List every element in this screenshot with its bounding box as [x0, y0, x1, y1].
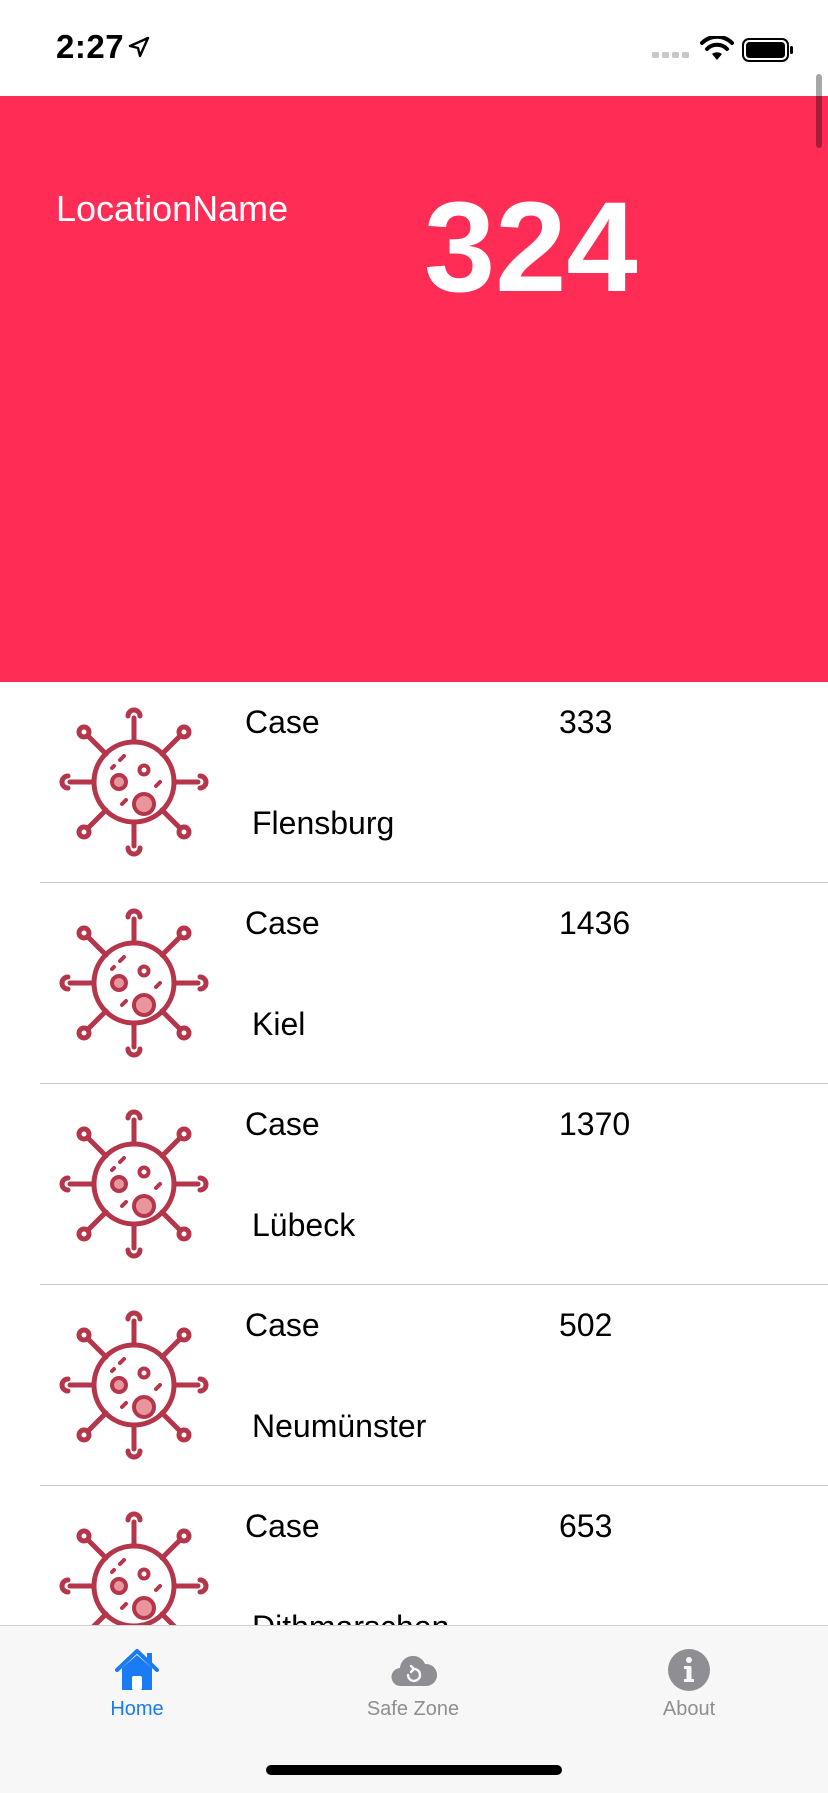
tab-safe-zone[interactable]: Safe Zone — [313, 1626, 513, 1736]
scroll-indicator[interactable] — [816, 74, 822, 148]
case-city: Lübeck — [252, 1207, 356, 1243]
case-label: Case — [245, 905, 320, 941]
case-value: 502 — [559, 1307, 613, 1343]
case-value: 333 — [559, 704, 613, 740]
tab-about-label: About — [662, 1698, 716, 1720]
case-label: Case — [245, 1106, 320, 1142]
case-label: Case — [245, 1508, 320, 1544]
case-value: 1370 — [559, 1106, 631, 1142]
case-row[interactable]: Case 333 Flensburg — [0, 682, 828, 883]
case-city: Dithmarschen — [252, 1609, 449, 1625]
case-city: Neumünster — [252, 1408, 427, 1444]
virus-icon — [56, 704, 212, 860]
case-label: Case — [245, 704, 320, 740]
location-name: LocationName — [56, 188, 289, 229]
case-value: 1436 — [559, 905, 631, 941]
tab-home[interactable]: Home — [37, 1626, 237, 1736]
location-header: LocationName 324 — [0, 96, 828, 682]
case-row[interactable]: Case 502 Neumünster — [0, 1285, 828, 1486]
case-value: 653 — [559, 1508, 613, 1544]
case-row[interactable]: Case 1436 Kiel — [0, 883, 828, 1084]
virus-icon — [56, 1307, 212, 1463]
case-list[interactable]: Case 333 Flensburg Case 1436 Kiel Case 1… — [0, 682, 828, 1625]
case-count: 324 — [424, 176, 638, 319]
virus-icon — [56, 905, 212, 1061]
status-bar: 2:27 — [0, 0, 828, 96]
tab-about[interactable]: About — [589, 1626, 789, 1736]
case-row[interactable]: Case 1370 Lübeck — [0, 1084, 828, 1285]
tab-safe-zone-label: Safe Zone — [366, 1698, 460, 1720]
virus-icon — [56, 1508, 212, 1625]
virus-icon — [56, 1106, 212, 1262]
case-label: Case — [245, 1307, 320, 1343]
wifi-icon — [700, 36, 734, 60]
info-icon — [668, 1649, 710, 1691]
cellular-signal-icon — [652, 52, 689, 58]
battery-icon — [742, 38, 793, 62]
location-arrow-icon — [128, 36, 150, 58]
case-city: Flensburg — [252, 805, 395, 841]
cloud-refresh-icon — [391, 1655, 437, 1687]
case-row[interactable]: Case 653 Dithmarschen — [0, 1486, 828, 1625]
home-indicator[interactable] — [266, 1765, 562, 1775]
house-icon — [115, 1649, 159, 1690]
case-city: Kiel — [252, 1006, 306, 1042]
status-time: 2:27 — [56, 28, 125, 65]
tab-home-label: Home — [110, 1698, 164, 1720]
